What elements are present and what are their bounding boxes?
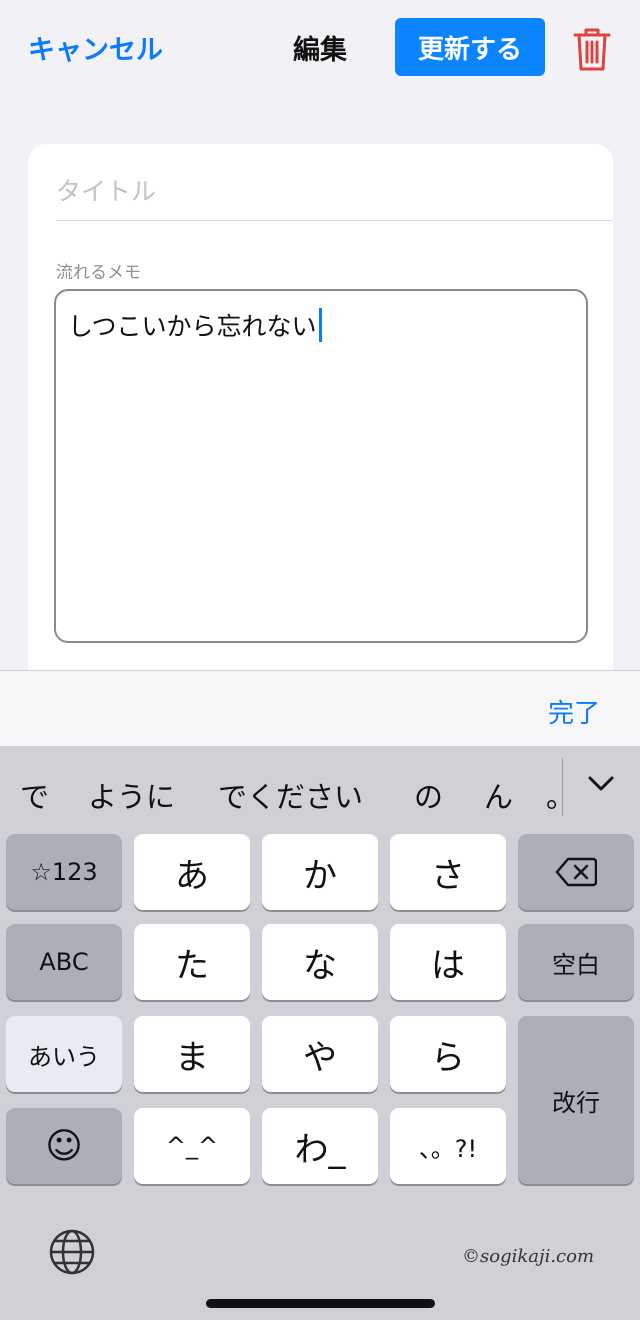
- key-ra[interactable]: ら: [390, 1016, 506, 1092]
- cancel-button[interactable]: キャンセル: [28, 28, 163, 67]
- nav-header: キャンセル 編集 更新する: [0, 0, 640, 100]
- memo-label: 流れるメモ: [56, 263, 141, 283]
- text-cursor: [318, 308, 322, 342]
- update-button[interactable]: 更新する: [395, 18, 545, 76]
- candidate-bar: で ように でください の ん 。: [0, 746, 640, 830]
- key-ka[interactable]: か: [262, 834, 378, 910]
- keyboard-accessory-bar: 完了: [0, 670, 640, 747]
- trash-icon[interactable]: [572, 26, 612, 72]
- return-key[interactable]: 改行: [518, 1016, 634, 1184]
- keyboard: で ように でください の ん 。 ☆123 あ か さ ABC た な は 空…: [0, 746, 640, 1320]
- key-wa[interactable]: わ_: [262, 1108, 378, 1184]
- home-indicator: [206, 1299, 435, 1308]
- space-key[interactable]: 空白: [518, 924, 634, 1000]
- candidate-item[interactable]: ん: [484, 774, 513, 816]
- hiragana-key[interactable]: あいう: [6, 1016, 122, 1092]
- title-input[interactable]: [56, 162, 613, 221]
- memo-textarea[interactable]: しつこいから忘れない: [54, 289, 588, 643]
- key-ta[interactable]: た: [134, 924, 250, 1000]
- candidate-item[interactable]: ように: [88, 774, 175, 816]
- memo-text: しつこいから忘れない: [68, 307, 322, 343]
- numbers-key[interactable]: ☆123: [6, 834, 122, 910]
- globe-icon[interactable]: [48, 1228, 96, 1276]
- key-ma[interactable]: ま: [134, 1016, 250, 1092]
- key-ya[interactable]: や: [262, 1016, 378, 1092]
- candidate-item[interactable]: 。: [546, 774, 575, 816]
- backspace-icon: [555, 857, 597, 887]
- candidate-item[interactable]: でください: [218, 774, 363, 816]
- edit-card: 流れるメモ しつこいから忘れない: [28, 144, 613, 704]
- key-sa[interactable]: さ: [390, 834, 506, 910]
- kaomoji-key[interactable]: ^_^: [134, 1108, 250, 1184]
- emoji-key[interactable]: ☺: [6, 1108, 122, 1184]
- punctuation-key[interactable]: 、。?!: [390, 1108, 506, 1184]
- key-na[interactable]: な: [262, 924, 378, 1000]
- candidate-item[interactable]: の: [414, 774, 443, 816]
- backspace-key[interactable]: [518, 834, 634, 910]
- done-button[interactable]: 完了: [548, 693, 600, 730]
- watermark: ©sogikaji.com: [462, 1246, 595, 1267]
- candidate-divider: [562, 758, 563, 816]
- abc-key[interactable]: ABC: [6, 924, 122, 1000]
- key-a[interactable]: あ: [134, 834, 250, 910]
- candidate-item[interactable]: で: [20, 774, 49, 816]
- key-ha[interactable]: は: [390, 924, 506, 1000]
- chevron-down-icon[interactable]: [586, 772, 616, 802]
